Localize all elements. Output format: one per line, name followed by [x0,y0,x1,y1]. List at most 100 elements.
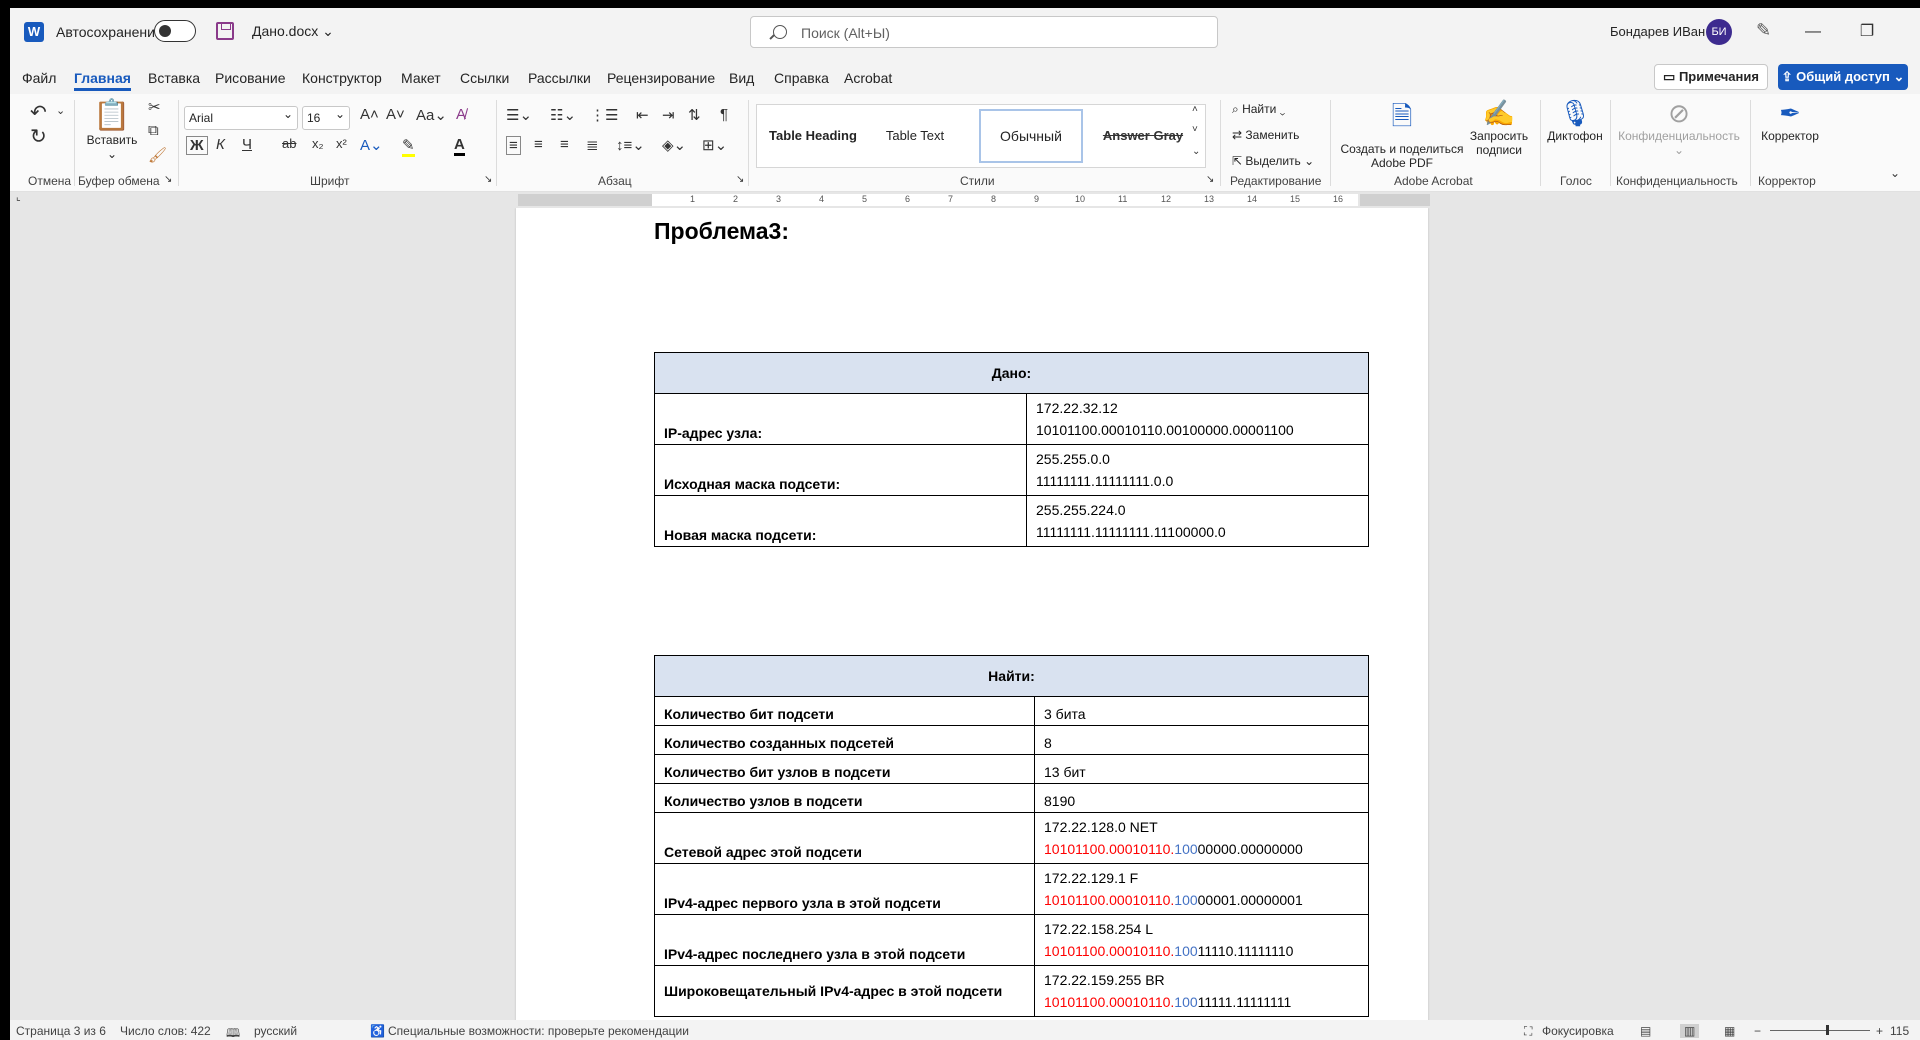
font-color-icon[interactable]: A [454,136,465,156]
dialog-launcher-icon[interactable]: ↘ [164,174,172,185]
redo-icon[interactable]: ↻ [30,124,47,149]
search-input[interactable]: Поиск (Alt+Ы) [750,16,1218,48]
numbering-icon[interactable]: ☷⌄ [550,106,576,124]
multilevel-list-icon[interactable]: ⋮☰ [590,106,618,124]
zoom-thumb[interactable] [1826,1025,1829,1035]
request-sign-button[interactable]: ✍ Запросить подписи [1464,98,1534,157]
accessibility-status[interactable]: Специальные возможности: проверьте реком… [388,1024,689,1038]
select-button[interactable]: ⇱ Выделить ⌄ [1232,154,1314,168]
restore-icon[interactable]: ❐ [1844,18,1890,46]
tab-acrobat[interactable]: Acrobat [844,70,892,86]
web-layout-icon[interactable]: ▦ [1724,1024,1735,1038]
justify-icon[interactable]: ≣ [586,136,599,154]
font-size-select[interactable]: 16 [302,106,350,130]
focus-mode[interactable]: Фокусировка [1542,1024,1614,1038]
tab-home[interactable]: Главная [74,70,131,91]
avatar[interactable]: БИ [1706,19,1732,45]
grow-font-icon[interactable]: A˄ [360,106,379,123]
share-button[interactable]: ⇪ Общий доступ ⌄ [1778,64,1908,90]
zoom-out-icon[interactable]: − [1754,1024,1761,1038]
underline-button[interactable]: Ч [242,136,252,153]
bold-button[interactable]: Ж [186,136,208,155]
copy-icon[interactable]: ⧉ [148,122,159,139]
text-effects-icon[interactable]: A⌄ [360,136,383,154]
dialog-launcher-icon[interactable]: ↘ [736,174,744,185]
clear-format-icon[interactable]: A̸ [456,106,466,123]
save-icon[interactable] [216,22,234,40]
bullets-icon[interactable]: ☰⌄ [506,106,532,124]
styles-more-icon[interactable]: ⌄ [1192,146,1200,157]
dictate-button[interactable]: 🎙 Диктофон [1546,98,1604,143]
borders-icon[interactable]: ⊞⌄ [702,136,727,154]
tab-layout[interactable]: Макет [401,70,441,86]
style-table-heading[interactable]: Table Heading [763,111,863,161]
styles-scroll-up-icon[interactable]: ˄ [1192,104,1198,115]
tab-review[interactable]: Рецензирование [607,70,715,86]
print-layout-icon[interactable]: ▥ [1680,1024,1700,1038]
align-left-icon[interactable]: ≡ [506,136,521,155]
style-table-text[interactable]: Table Text [865,111,965,161]
italic-button[interactable]: К [216,136,225,153]
editor-button[interactable]: ✒ Корректор [1756,98,1824,143]
table-row: Широковещательный IPv4-адрес в этой подс… [654,965,1369,1017]
tab-mailings[interactable]: Рассылки [528,70,591,86]
ruler-tick: 4 [819,194,825,204]
zoom-level[interactable]: 115 % [1890,1024,1920,1040]
zoom-in-icon[interactable]: + [1876,1024,1883,1038]
font-name-select[interactable]: Arial [184,106,298,130]
zoom-slider[interactable] [1770,1025,1870,1035]
replace-button[interactable]: ⇄ Заменить [1232,128,1299,142]
subscript-icon[interactable]: x₂ [312,136,324,151]
style-normal[interactable]: Обычный [979,109,1083,163]
align-right-icon[interactable]: ≡ [560,136,569,153]
tab-design[interactable]: Конструктор [302,70,382,86]
tab-references[interactable]: Ссылки [460,70,509,86]
pen-icon[interactable]: ✎ [1756,20,1771,41]
shrink-font-icon[interactable]: A˅ [386,106,405,123]
editor-pen-icon: ✒ [1779,98,1801,128]
undo-dropdown-icon[interactable]: ⌄ [56,104,65,117]
dialog-launcher-icon[interactable]: ↘ [1206,174,1214,185]
increase-indent-icon[interactable]: ⇥ [662,106,675,124]
strikethrough-button[interactable]: ab [282,136,296,151]
given-table: Дано: IP-адрес узла: 172.22.32.12 1010110… [654,352,1369,547]
tab-file[interactable]: Файл [22,70,56,86]
shading-icon[interactable]: ◈⌄ [662,136,686,154]
word-count[interactable]: Число слов: 422 [120,1024,211,1038]
find-button[interactable]: ⌕ Найти ⌄ [1232,102,1285,117]
sort-icon[interactable]: ⇅ [688,106,701,124]
proofing-icon[interactable]: 🕮 [226,1024,240,1040]
create-pdf-button[interactable]: 🗎 Создать и поделиться Adobe PDF [1340,98,1464,170]
comments-button[interactable]: ▭ Примечания [1654,64,1768,90]
page-count[interactable]: Страница 3 из 6 [16,1024,106,1038]
autosave-toggle[interactable] [154,20,196,42]
format-painter-icon[interactable]: 🖌 [148,146,167,164]
style-answer-gray[interactable]: Answer Gray [1093,111,1193,161]
language[interactable]: русский [254,1024,297,1038]
word-logo-icon: W [24,22,44,42]
minimize-icon[interactable]: — [1790,18,1836,46]
collapse-ribbon-icon[interactable]: ⌄ [1890,166,1900,180]
sensitivity-button[interactable]: ⊘ Конфиденциальность ⌄ [1616,98,1742,157]
align-center-icon[interactable]: ≡ [534,136,543,153]
tab-insert[interactable]: Вставка [148,70,200,86]
document-page[interactable]: Проблема3: Дано: IP-адрес узла: 172.22.3… [516,208,1428,1020]
change-case-icon[interactable]: Aa⌄ [416,106,447,124]
tab-draw[interactable]: Рисование [215,70,286,86]
tab-view[interactable]: Вид [729,70,754,86]
cut-icon[interactable]: ✂ [148,98,161,116]
tab-selector-icon[interactable]: ⌞ [16,192,21,203]
pilcrow-icon[interactable]: ¶ [720,106,728,123]
tab-help[interactable]: Справка [774,70,829,86]
line-spacing-icon[interactable]: ↕≡⌄ [616,136,645,154]
dialog-launcher-icon[interactable]: ↘ [484,174,492,185]
document-name[interactable]: Дано.docx ⌄ [252,23,334,40]
highlight-icon[interactable]: ✎ [402,136,415,157]
superscript-icon[interactable]: x² [336,136,347,151]
paste-button[interactable]: 📋 Вставить ⌄ [82,98,142,161]
undo-icon[interactable]: ↶ [30,100,47,125]
user-name[interactable]: Бондарев ИВан [1610,24,1705,39]
decrease-indent-icon[interactable]: ⇤ [636,106,649,124]
read-mode-icon[interactable]: ▤ [1640,1024,1651,1038]
styles-scroll-down-icon[interactable]: ˅ [1192,124,1198,135]
